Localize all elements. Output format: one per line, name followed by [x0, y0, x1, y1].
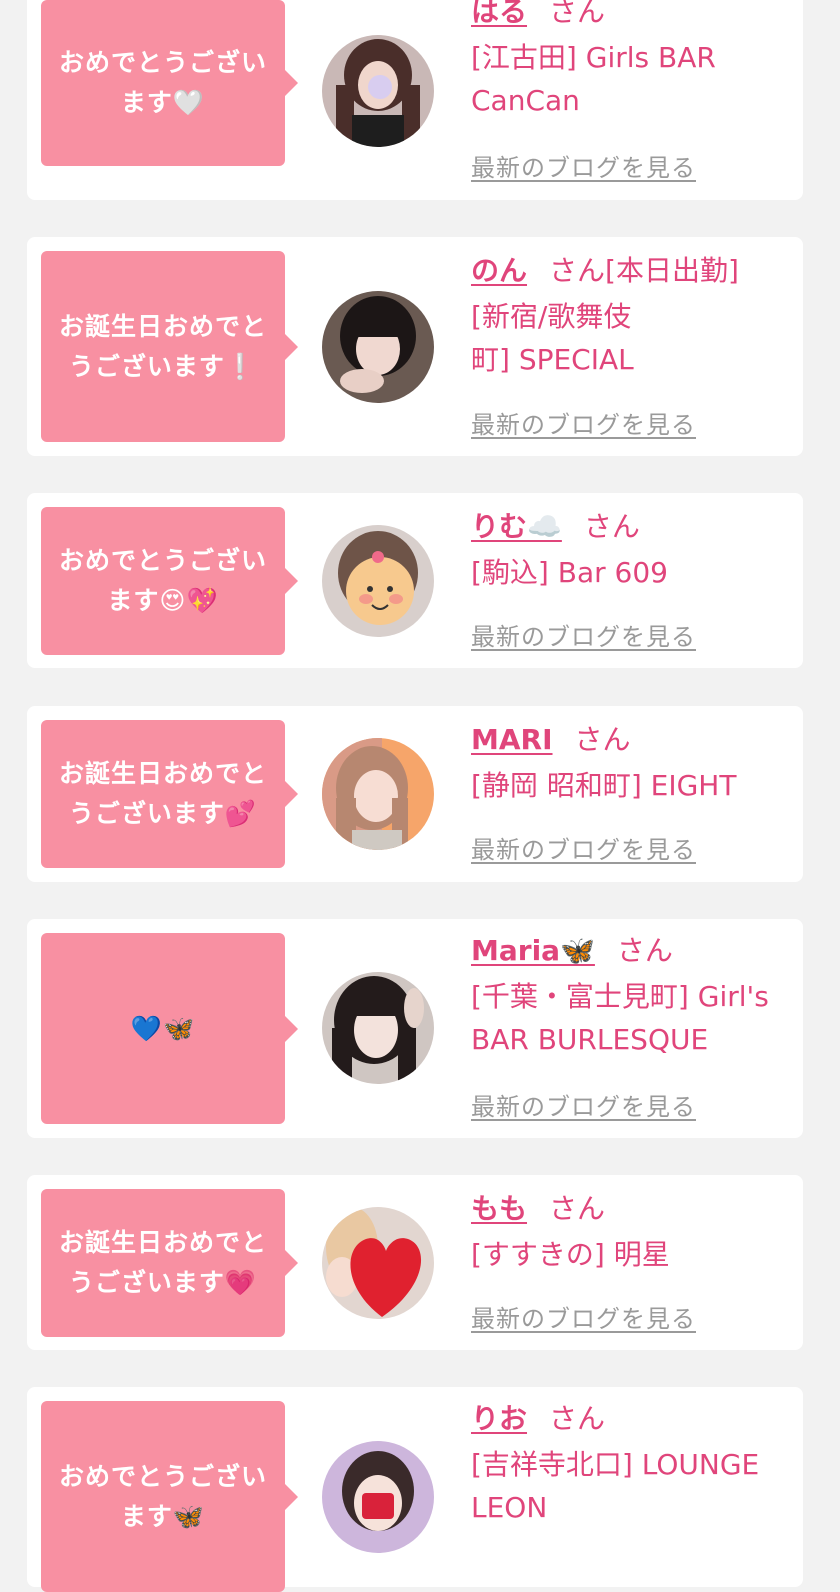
name-link[interactable]: MARI [471, 723, 553, 756]
name-link[interactable]: もも [471, 1192, 527, 1225]
name-link[interactable]: のん [471, 254, 527, 287]
name-suffix: さん [616, 934, 673, 967]
message-bubble: おめでとうございます😍💖 [41, 507, 298, 655]
entry-info: MARI さん [静岡 昭和町] EIGHT [471, 722, 789, 807]
avatar[interactable] [322, 1441, 434, 1553]
shop-name: [駒込] Bar 609 [471, 556, 668, 589]
name-suffix: さん [549, 1192, 606, 1225]
entry-info: りお さん [吉祥寺北口] LOUNGE LEON [471, 1401, 789, 1529]
name-link[interactable]: りむ☁️ [471, 510, 562, 543]
blog-link[interactable]: 最新のブログを見る [471, 148, 696, 183]
shop-name: [江古田] Girls BAR CanCan [471, 41, 716, 117]
list-item: おめでとうございます😍💖 りむ☁️ さん [駒込] Bar 609 最新のブログを… [27, 493, 803, 668]
list-item: おめでとうございます🤍 はる さん [江古田] Girls BAR CanCan … [27, 0, 803, 200]
avatar[interactable] [322, 738, 434, 850]
blog-link[interactable]: 最新のブログを見る [471, 1087, 696, 1122]
name-suffix: さん [574, 723, 631, 756]
shop-name: [すすきの] 明星 [471, 1238, 670, 1271]
name-suffix: さん [549, 1402, 606, 1435]
blog-link[interactable]: 最新のブログを見る [471, 830, 696, 865]
name-suffix: さん [583, 510, 640, 543]
name-link[interactable]: はる [471, 0, 527, 28]
shop-name: [静岡 昭和町] EIGHT [471, 769, 737, 802]
avatar[interactable] [322, 291, 434, 403]
avatar[interactable] [322, 35, 434, 147]
entry-info: もも さん [すすきの] 明星 [471, 1191, 789, 1276]
list-item: お誕生日おめでとうございます💕 MARI さん [静岡 昭和町] EIGHT 最新… [27, 706, 803, 882]
message-bubble: お誕生日おめでとうございます💗 [41, 1189, 298, 1337]
name-link[interactable]: Maria🦋 [471, 934, 595, 967]
list-item: お誕生日おめでとうございます❕ のん さん[本日出勤] [新宿/歌舞伎町] SPE… [27, 237, 803, 456]
message-bubble: お誕生日おめでとうございます❕ [41, 251, 298, 442]
list-item: お誕生日おめでとうございます💗 もも さん [すすきの] 明星 最新のブログを見る [27, 1175, 803, 1350]
entry-info: りむ☁️ さん [駒込] Bar 609 [471, 509, 789, 594]
name-suffix: さん[本日出勤] [549, 254, 739, 287]
shop-name: [千葉・富士見町] Girl's BAR BURLESQUE [471, 980, 769, 1056]
avatar[interactable] [322, 1207, 434, 1319]
shop-name: [新宿/歌舞伎町] SPECIAL [471, 300, 634, 376]
avatar[interactable] [322, 972, 434, 1084]
name-link[interactable]: りお [471, 1402, 527, 1435]
entry-info: Maria🦋 さん [千葉・富士見町] Girl's BAR BURLESQUE [471, 933, 789, 1061]
name-suffix: さん [549, 0, 606, 28]
message-bubble: 💙🦋 [41, 933, 298, 1124]
message-bubble: おめでとうございます🤍 [41, 0, 298, 166]
message-bubble: おめでとうございます🦋 [41, 1401, 298, 1592]
message-bubble: お誕生日おめでとうございます💕 [41, 720, 298, 868]
blog-link[interactable]: 最新のブログを見る [471, 1299, 696, 1334]
blog-link[interactable]: 最新のブログを見る [471, 405, 696, 440]
blog-link[interactable]: 最新のブログを見る [471, 617, 696, 652]
avatar[interactable] [322, 525, 434, 637]
list-item: 💙🦋 Maria🦋 さん [千葉・富士見町] Girl's BAR BURLESQ… [27, 919, 803, 1138]
entry-info: はる さん [江古田] Girls BAR CanCan [471, 0, 789, 122]
shop-name: [吉祥寺北口] LOUNGE LEON [471, 1448, 760, 1524]
list-item: おめでとうございます🦋 りお さん [吉祥寺北口] LOUNGE LEON [27, 1387, 803, 1592]
entry-info: のん さん[本日出勤] [新宿/歌舞伎町] SPECIAL [471, 253, 789, 381]
